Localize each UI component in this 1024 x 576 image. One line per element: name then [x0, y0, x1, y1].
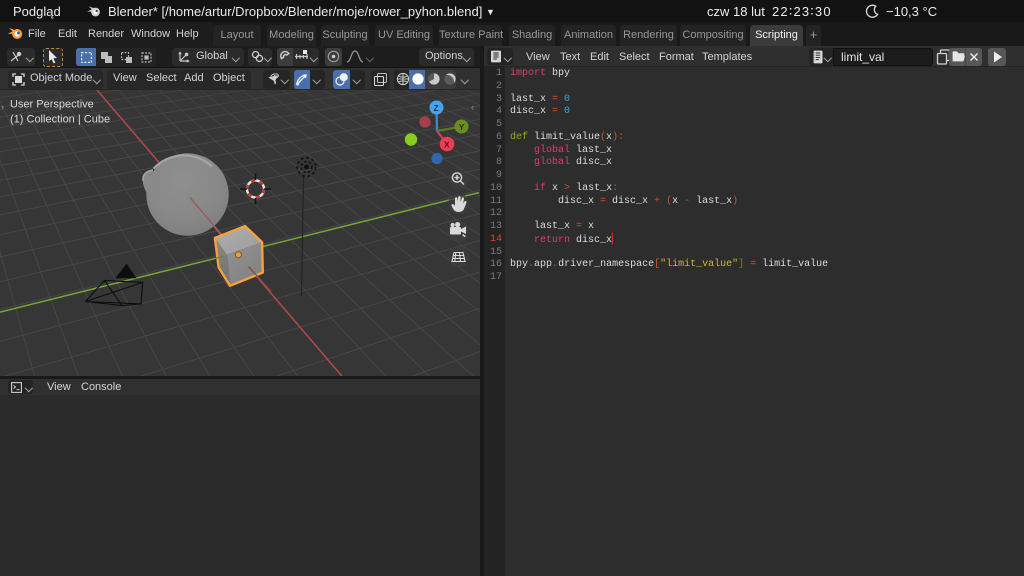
svg-text:Y: Y	[459, 122, 465, 132]
svg-text:›: ›	[1, 102, 4, 112]
svg-text:Z: Z	[434, 103, 439, 113]
svg-text:‹: ‹	[471, 102, 474, 112]
svg-text:User Perspective: User Perspective	[10, 99, 94, 111]
svg-text:X: X	[444, 140, 450, 150]
svg-text:(1) Collection | Cube: (1) Collection | Cube	[10, 114, 110, 126]
